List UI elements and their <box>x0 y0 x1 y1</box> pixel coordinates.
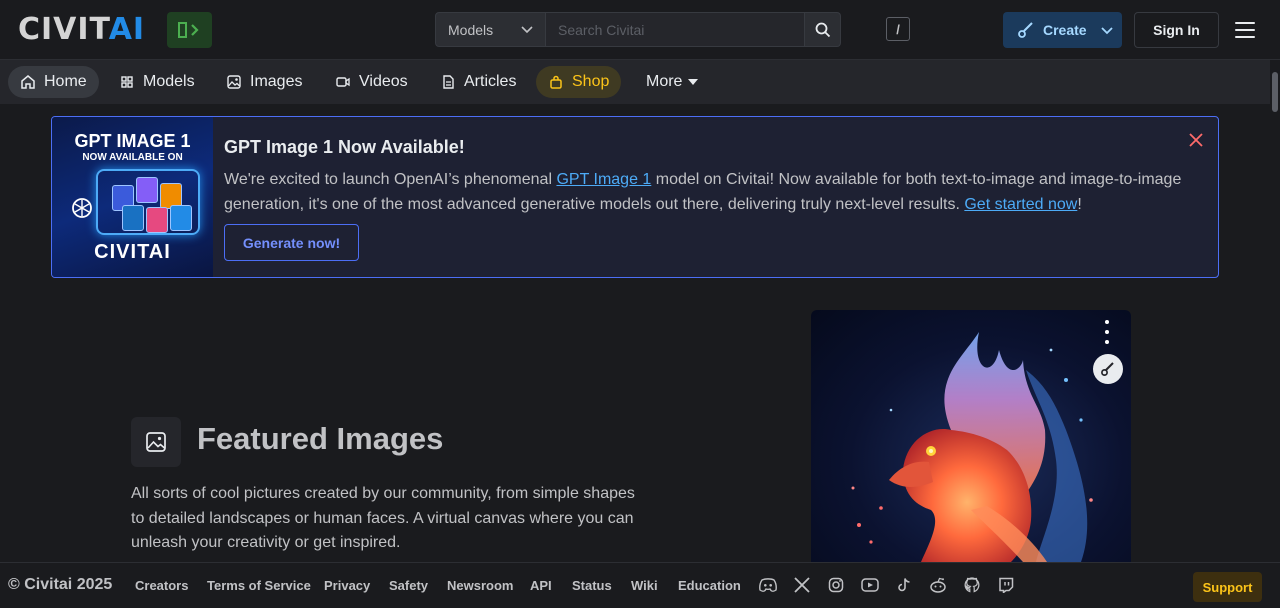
image-icon <box>227 75 241 89</box>
announcement-text: ! <box>1077 196 1082 213</box>
footer-link-education[interactable]: Education <box>678 578 741 593</box>
generate-now-button[interactable]: Generate now! <box>224 224 359 261</box>
create-button[interactable]: Create <box>1003 12 1122 48</box>
nav-images[interactable]: Images <box>214 66 314 98</box>
file-icon <box>443 75 454 89</box>
nav-more[interactable]: More <box>634 66 710 98</box>
nav-shop-label: Shop <box>572 73 610 90</box>
nav-articles[interactable]: Articles <box>428 66 528 98</box>
top-header: CIVITAI Models / Create Sign In <box>0 0 1280 60</box>
x-twitter-icon[interactable] <box>792 575 812 595</box>
thumbnail-graphic <box>122 205 144 231</box>
footer-link-creators[interactable]: Creators <box>135 578 188 593</box>
nav-shop[interactable]: Shop <box>536 66 622 98</box>
nav-videos[interactable]: Videos <box>323 66 420 98</box>
featured-images-description: All sorts of cool pictures created by ou… <box>131 485 635 551</box>
create-button-label: Create <box>1043 22 1087 38</box>
create-dropdown-toggle[interactable] <box>1100 23 1114 40</box>
video-icon <box>336 77 350 87</box>
nav-images-label: Images <box>250 73 303 90</box>
github-icon[interactable] <box>962 575 982 595</box>
footer-link-status[interactable]: Status <box>572 578 612 593</box>
search-category-value: Models <box>448 21 494 38</box>
civitai-logo[interactable]: CIVITAI <box>18 15 145 45</box>
support-button[interactable]: Support <box>1193 572 1262 602</box>
brush-icon <box>1018 22 1033 38</box>
featured-images-icon-box <box>131 417 181 467</box>
footer-link-privacy[interactable]: Privacy <box>324 578 370 593</box>
thumbnail-graphic <box>170 205 192 231</box>
bag-icon <box>550 75 562 89</box>
chevron-down-icon <box>1101 27 1113 35</box>
image-icon <box>146 432 166 452</box>
nav-videos-label: Videos <box>359 73 408 90</box>
nav-models-label: Models <box>143 73 195 90</box>
menu-icon[interactable] <box>1233 20 1257 40</box>
search-input[interactable] <box>546 12 805 47</box>
sign-in-button[interactable]: Sign In <box>1134 12 1219 48</box>
nav-articles-label: Articles <box>464 73 517 90</box>
announcement-image-brand: CIVITAI <box>94 241 171 263</box>
footer-link-safety[interactable]: Safety <box>389 578 428 593</box>
main-nav: Home Models Images Videos Articles Shop … <box>0 60 1270 104</box>
chevron-down-icon <box>521 25 533 33</box>
instagram-icon[interactable] <box>826 575 846 595</box>
search-category-select[interactable]: Models <box>435 12 546 47</box>
home-icon <box>21 75 35 89</box>
footer-copyright: © Civitai 2025 <box>8 576 113 593</box>
card-options-menu-icon[interactable] <box>1097 320 1117 344</box>
search-shortcut-key: / <box>886 17 910 41</box>
announcement-title: GPT Image 1 Now Available! <box>224 137 465 157</box>
remix-button[interactable] <box>1093 354 1123 384</box>
thumbnail-graphic <box>146 207 168 233</box>
youtube-icon[interactable] <box>860 575 880 595</box>
announcement-image-subtitle: NOW AVAILABLE ON <box>82 152 183 163</box>
announcement-banner: GPT IMAGE 1 NOW AVAILABLE ON CIVITAI GPT… <box>51 116 1219 278</box>
announcement-body: We're excited to launch OpenAI’s phenome… <box>224 167 1214 217</box>
brush-icon <box>1101 362 1114 376</box>
nav-home-label: Home <box>44 73 87 90</box>
thumbnail-graphic <box>136 177 158 203</box>
openai-logo-icon <box>72 198 92 218</box>
door-arrow-icon <box>177 22 199 38</box>
discord-icon[interactable] <box>758 575 778 595</box>
nav-home[interactable]: Home <box>8 66 99 98</box>
scrollbar-thumb[interactable] <box>1272 72 1278 112</box>
announcement-image-title: GPT IMAGE 1 <box>74 131 191 151</box>
close-icon <box>1189 133 1203 147</box>
announcement-text: We're excited to launch OpenAI’s phenome… <box>224 171 557 188</box>
search-bar: Models / <box>435 12 910 47</box>
dragon-image <box>851 332 1093 562</box>
get-started-link[interactable]: Get started now <box>964 196 1077 213</box>
caret-down-icon <box>688 79 699 85</box>
featured-images-title: Featured Images <box>197 421 444 456</box>
page-footer: © Civitai 2025 Creators Terms of Service… <box>0 562 1280 608</box>
close-announcement-button[interactable] <box>1186 130 1206 150</box>
footer-link-terms[interactable]: Terms of Service <box>207 578 311 593</box>
footer-link-wiki[interactable]: Wiki <box>631 578 658 593</box>
nav-models[interactable]: Models <box>107 66 207 98</box>
footer-link-newsroom[interactable]: Newsroom <box>447 578 513 593</box>
footer-link-api[interactable]: API <box>530 578 552 593</box>
support-button-label: Support <box>1202 579 1253 595</box>
search-button[interactable] <box>805 12 841 47</box>
logo-text-civit: CIVIT <box>18 12 109 47</box>
reddit-icon[interactable] <box>928 575 948 595</box>
announcement-image: GPT IMAGE 1 NOW AVAILABLE ON CIVITAI <box>52 117 213 277</box>
page-scrollbar[interactable] <box>1270 60 1280 562</box>
tiktok-icon[interactable] <box>894 575 914 595</box>
expand-sidebar-button[interactable] <box>167 12 212 48</box>
gpt-image-1-link[interactable]: GPT Image 1 <box>556 171 651 188</box>
nav-more-label: More <box>646 73 683 90</box>
twitch-icon[interactable] <box>996 575 1016 595</box>
logo-text-ai: AI <box>108 12 146 47</box>
grid-icon <box>121 76 133 88</box>
search-icon <box>815 22 830 37</box>
featured-image-card[interactable] <box>811 310 1131 562</box>
